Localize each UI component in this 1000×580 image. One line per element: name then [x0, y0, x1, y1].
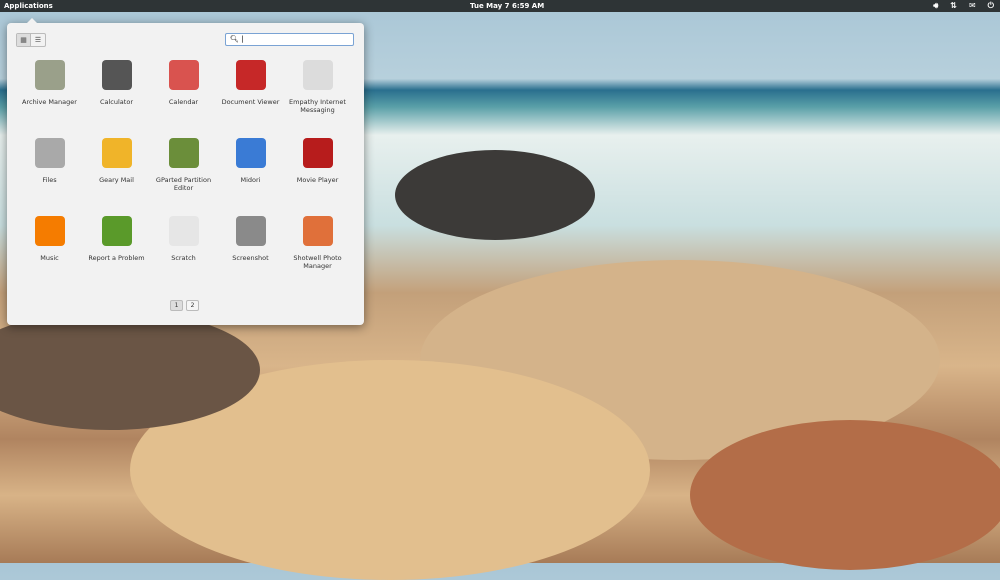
app-icon	[34, 60, 65, 90]
app-icon	[302, 216, 333, 246]
app-calculator[interactable]: Calculator	[83, 58, 150, 136]
app-music[interactable]: Music	[16, 214, 83, 292]
search-input[interactable]: 🔍︎ |	[225, 33, 354, 46]
app-icon	[168, 60, 199, 90]
list-view-icon[interactable]: ☰	[31, 34, 45, 46]
app-gparted-partition-editor[interactable]: GParted Partition Editor	[150, 136, 217, 214]
search-icon: 🔍︎	[230, 35, 239, 43]
app-label: Movie Player	[296, 176, 339, 184]
app-empathy-internet-messaging[interactable]: Empathy Internet Messaging	[284, 58, 351, 136]
app-label: Archive Manager	[22, 98, 77, 106]
app-icon	[101, 138, 132, 168]
app-label: Empathy Internet Messaging	[289, 98, 346, 114]
clock[interactable]: Tue May 7 6:59 AM	[470, 2, 544, 10]
app-movie-player[interactable]: Movie Player	[284, 136, 351, 214]
app-geary-mail[interactable]: Geary Mail	[83, 136, 150, 214]
grid-view-icon[interactable]: ▦	[17, 34, 31, 46]
app-label: Files	[42, 176, 57, 184]
app-label: Geary Mail	[99, 176, 134, 184]
app-icon	[168, 138, 199, 168]
page-2-button[interactable]: 2	[186, 300, 199, 311]
app-label: Screenshot	[232, 254, 269, 262]
power-icon[interactable]: ⏻	[988, 0, 994, 12]
app-icon	[235, 60, 266, 90]
app-label: Calculator	[99, 98, 133, 106]
app-grid: Archive Manager Calculator Calendar Documen…	[16, 58, 351, 292]
top-panel: Applications Tue May 7 6:59 AM 🔊︎ ⇅ ✉ ⏻	[0, 0, 1000, 12]
app-screenshot[interactable]: Screenshot	[217, 214, 284, 292]
app-archive-manager[interactable]: Archive Manager	[16, 58, 83, 136]
network-icon[interactable]: ⇅	[950, 0, 957, 12]
app-icon	[168, 216, 199, 246]
app-document-viewer[interactable]: Document Viewer	[217, 58, 284, 136]
app-midori[interactable]: Midori	[217, 136, 284, 214]
app-label: Document Viewer	[221, 98, 280, 106]
pager: 1 2	[170, 300, 199, 311]
app-label: Report a Problem	[88, 254, 145, 262]
volume-icon[interactable]: 🔊︎	[933, 0, 938, 12]
app-calendar[interactable]: Calendar	[150, 58, 217, 136]
app-icon	[34, 138, 65, 168]
app-icon	[34, 216, 65, 246]
app-label: GParted Partition Editor	[155, 176, 212, 192]
app-label: Calendar	[168, 98, 199, 106]
wallpaper-rock	[690, 420, 1000, 570]
app-label: Shotwell Photo Manager	[293, 254, 342, 270]
app-shotwell-photo-manager[interactable]: Shotwell Photo Manager	[284, 214, 351, 292]
applications-launcher: ▦ ☰ 🔍︎ | Archive Manager Calculator Calend…	[7, 18, 364, 325]
app-icon	[101, 216, 132, 246]
applications-menu-button[interactable]: Applications	[4, 2, 53, 10]
app-scratch[interactable]: Scratch	[150, 214, 217, 292]
app-icon	[235, 216, 266, 246]
mail-icon[interactable]: ✉	[969, 0, 976, 12]
app-files[interactable]: Files	[16, 136, 83, 214]
app-label: Midori	[240, 176, 261, 184]
app-icon	[235, 138, 266, 168]
app-label: Music	[40, 254, 59, 262]
view-switcher: ▦ ☰	[16, 33, 46, 47]
app-report-a-problem[interactable]: Report a Problem	[83, 214, 150, 292]
page-1-button[interactable]: 1	[170, 300, 183, 311]
app-icon	[101, 60, 132, 90]
app-icon	[302, 138, 333, 168]
app-icon	[302, 60, 333, 90]
wallpaper-rock	[395, 150, 595, 240]
app-label: Scratch	[171, 254, 196, 262]
